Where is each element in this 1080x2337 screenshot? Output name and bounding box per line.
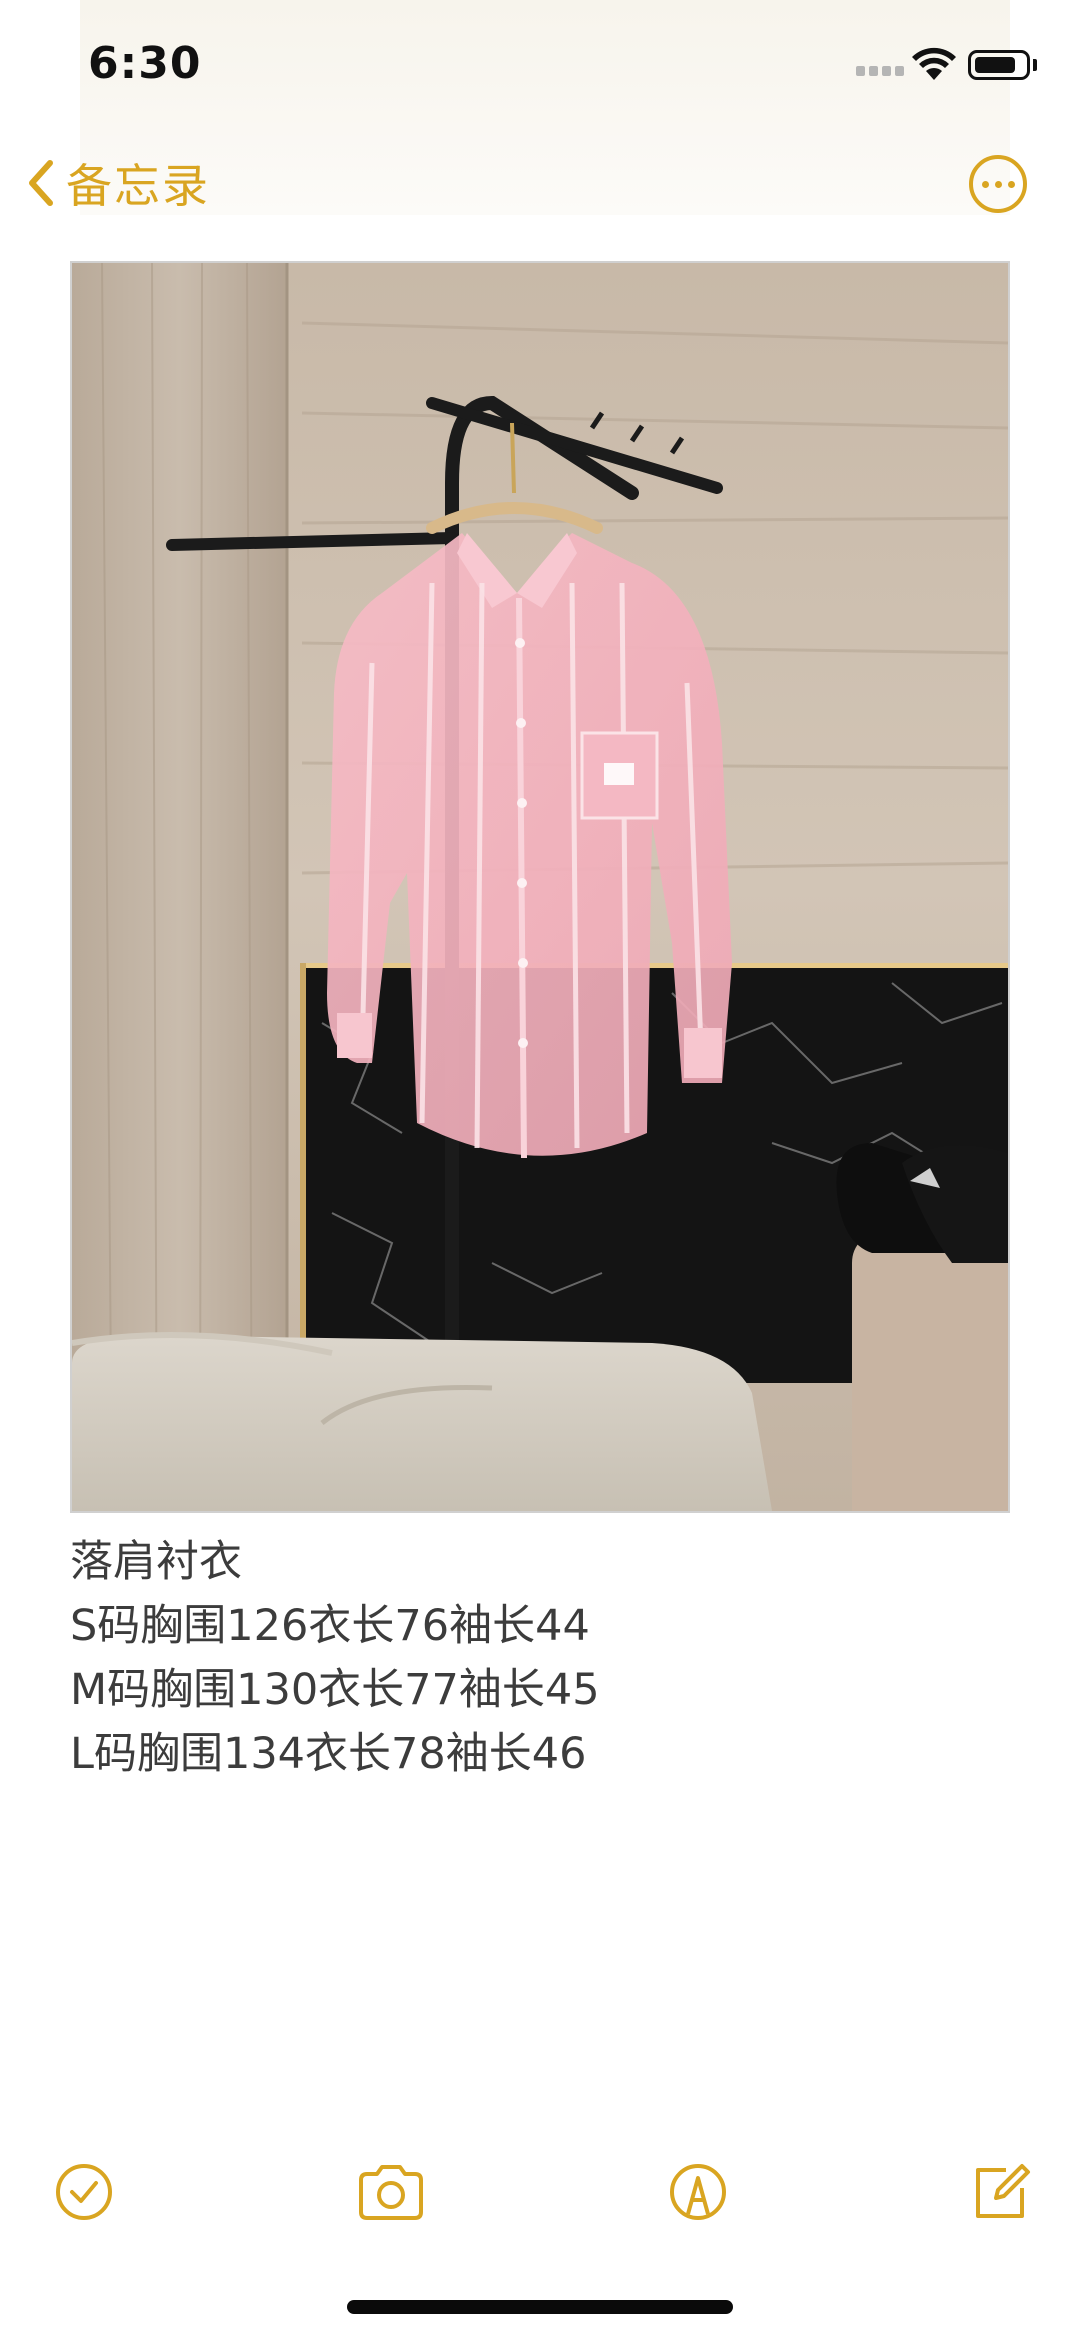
chevron-left-icon [29, 160, 53, 206]
note-line-size-s: S码胸围126衣长76袖长44 [70, 1601, 590, 1651]
pen-markup-icon[interactable] [666, 2160, 730, 2224]
battery-level [975, 57, 1015, 73]
note-line-size-l: L码胸围134衣长78袖长46 [70, 1729, 587, 1779]
note-body[interactable]: 落肩衬衣 S码胸围126衣长76袖长44 M码胸围130衣长77袖长45 L码胸… [70, 1530, 1010, 1786]
back-button-label: 备忘录 [66, 159, 210, 213]
note-title: 落肩衬衣 [70, 1537, 242, 1587]
status-bar: 6:30 [0, 0, 1080, 130]
compose-icon[interactable] [968, 2160, 1032, 2224]
note-image-attachment[interactable] [70, 261, 1010, 1513]
ellipsis-dot [1007, 180, 1015, 188]
back-button[interactable]: 备忘录 [28, 150, 210, 216]
battery-cap [1033, 59, 1037, 71]
wifi-icon [912, 47, 956, 80]
shirt-photo [72, 263, 1008, 1511]
cellular-signal-icon [856, 66, 908, 78]
status-time: 6:30 [88, 38, 202, 89]
ellipsis-dot [981, 180, 989, 188]
notes-screen: 6:30 备忘录 落肩衬衣 S码胸围126衣长76袖长44 M码胸围130衣长7… [0, 0, 1080, 2337]
note-line-size-m: M码胸围130衣长77袖长45 [70, 1665, 600, 1715]
ellipsis-dot [994, 180, 1002, 188]
more-options-button[interactable] [969, 155, 1027, 213]
checkmark-circle-icon[interactable] [52, 2160, 116, 2224]
camera-icon[interactable] [355, 2160, 427, 2224]
battery-icon [968, 50, 1030, 80]
home-indicator[interactable] [347, 2300, 733, 2314]
